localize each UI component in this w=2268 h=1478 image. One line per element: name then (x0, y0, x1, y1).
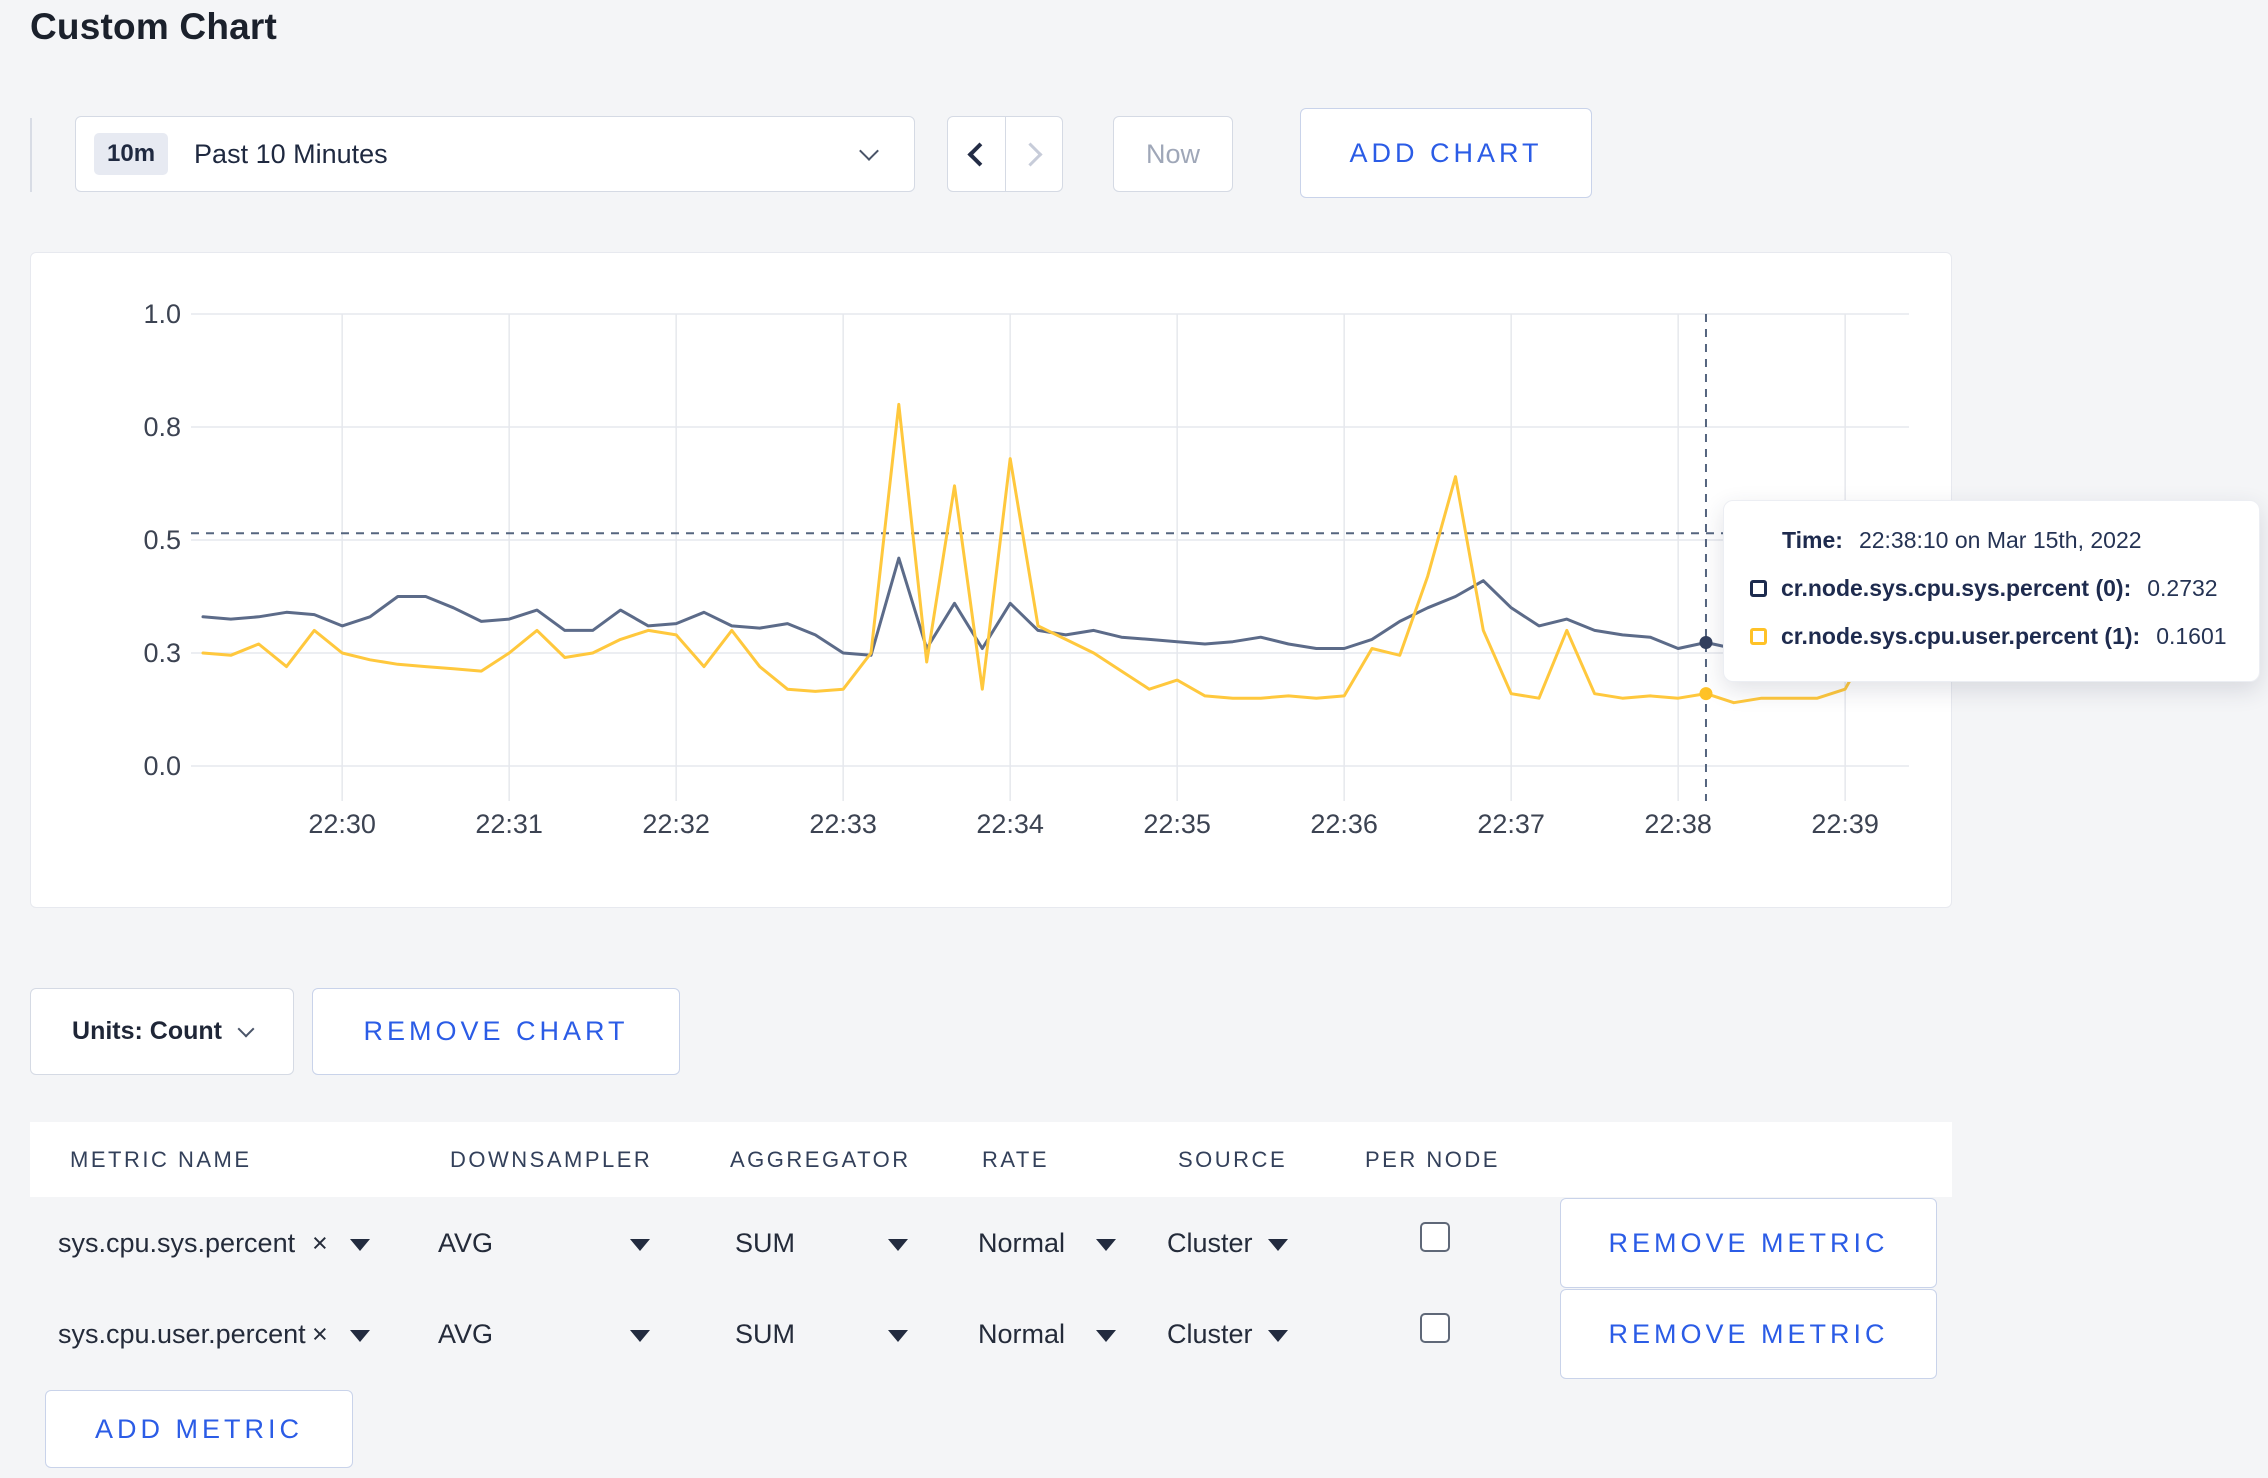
x-axis-tick-label: 22:32 (642, 809, 710, 839)
y-axis-tick-label: 0.8 (143, 412, 181, 442)
toolbar-divider (30, 118, 32, 192)
units-dropdown[interactable]: Units: Count (30, 988, 294, 1075)
column-header-downsampler: DOWNSAMPLER (450, 1147, 653, 1172)
aggregator-select[interactable]: SUM (735, 1289, 795, 1379)
y-axis-tick-label: 0.5 (143, 525, 181, 555)
time-series-chart[interactable]: 0.0 0.3 0.5 0.8 1.0 22:30 22:31 22:32 22:33 22:34… (31, 253, 1953, 909)
clear-metric-icon[interactable]: × (312, 1289, 328, 1379)
time-range-label: Past 10 Minutes (194, 138, 388, 169)
rate-select[interactable]: Normal (978, 1289, 1065, 1379)
caret-down-icon[interactable] (350, 1239, 370, 1251)
hover-dot-user (1699, 687, 1713, 701)
chevron-down-icon (859, 141, 879, 161)
x-axis-tick-label: 22:31 (475, 809, 543, 839)
series-line-sys-cpu (201, 556, 1903, 657)
rate-select[interactable]: Normal (978, 1198, 1065, 1288)
remove-chart-button[interactable]: REMOVE CHART (312, 988, 680, 1075)
caret-down-icon[interactable] (888, 1239, 908, 1251)
remove-metric-button[interactable]: REMOVE METRIC (1560, 1289, 1937, 1379)
x-axis-tick-label: 22:36 (1310, 809, 1378, 839)
caret-down-icon[interactable] (888, 1330, 908, 1342)
time-range-badge: 10m (94, 133, 169, 175)
caret-down-icon[interactable] (1268, 1239, 1288, 1251)
downsampler-select[interactable]: AVG (438, 1289, 493, 1379)
x-axis-tick-label: 22:35 (1143, 809, 1211, 839)
tooltip-series-value: 0.1601 (2156, 623, 2227, 649)
aggregator-select[interactable]: SUM (735, 1198, 795, 1288)
column-header-source: SOURCE (1178, 1147, 1288, 1172)
time-range-dropdown[interactable]: 10m Past 10 Minutes (75, 116, 915, 192)
downsampler-select[interactable]: AVG (438, 1198, 493, 1288)
time-nav-group (947, 116, 1063, 192)
tooltip-series-value: 0.2732 (2147, 575, 2218, 601)
x-axis-tick-label: 22:39 (1811, 809, 1879, 839)
source-select[interactable]: Cluster (1167, 1198, 1253, 1288)
y-axis-tick-label: 0.3 (143, 638, 181, 668)
units-label: Units: Count (72, 1017, 222, 1045)
metric-row: sys.cpu.sys.percent × AVG SUM Normal Clu… (0, 1198, 2268, 1288)
tooltip-series-name: cr.node.sys.cpu.sys.percent (0): (1781, 575, 2132, 601)
series-user-legend-swatch-icon (1750, 628, 1767, 645)
add-metric-button[interactable]: ADD METRIC (45, 1390, 353, 1468)
caret-down-icon[interactable] (630, 1330, 650, 1342)
column-header-metric-name: METRIC NAME (70, 1147, 252, 1172)
chevron-left-icon (967, 141, 992, 167)
y-axis-tick-label: 0.0 (143, 751, 181, 781)
x-axis-tick-label: 22:38 (1644, 809, 1712, 839)
caret-down-icon[interactable] (1096, 1239, 1116, 1251)
chart-card: 0.0 0.3 0.5 0.8 1.0 22:30 22:31 22:32 22:33 22:34… (30, 252, 1952, 908)
per-node-checkbox[interactable] (1420, 1313, 1450, 1343)
per-node-checkbox[interactable] (1420, 1222, 1450, 1252)
chart-tooltip: Time: 22:38:10 on Mar 15th, 2022 cr.node… (1723, 500, 2260, 682)
time-forward-button[interactable] (1006, 117, 1063, 191)
tooltip-time-label: Time: (1782, 527, 1843, 553)
y-axis-tick-label: 1.0 (143, 299, 181, 329)
add-chart-button[interactable]: ADD CHART (1300, 108, 1592, 198)
x-axis-tick-label: 22:33 (809, 809, 877, 839)
caret-down-icon[interactable] (350, 1330, 370, 1342)
x-axis-tick-label: 22:30 (308, 809, 376, 839)
hover-dot-sys (1699, 636, 1713, 650)
series-line-user-cpu (201, 402, 1903, 705)
metric-name-value[interactable]: sys.cpu.user.percent (58, 1289, 306, 1379)
chevron-right-icon (1018, 141, 1043, 167)
tooltip-series-name: cr.node.sys.cpu.user.percent (1): (1781, 623, 2141, 649)
column-header-per-node: PER NODE (1365, 1147, 1500, 1172)
metric-row: sys.cpu.user.percent × AVG SUM Normal Cl… (0, 1289, 2268, 1379)
tooltip-time-value: 22:38:10 on Mar 15th, 2022 (1858, 527, 2142, 553)
now-button[interactable]: Now (1113, 116, 1233, 192)
chevron-down-icon (237, 1020, 255, 1037)
time-back-button[interactable] (948, 117, 1006, 191)
caret-down-icon[interactable] (1096, 1330, 1116, 1342)
x-axis-tick-label: 22:37 (1477, 809, 1545, 839)
source-select[interactable]: Cluster (1167, 1289, 1253, 1379)
column-header-aggregator: AGGREGATOR (730, 1147, 911, 1172)
clear-metric-icon[interactable]: × (312, 1198, 328, 1288)
metric-name-value[interactable]: sys.cpu.sys.percent (58, 1198, 295, 1288)
page-title: Custom Chart (30, 6, 278, 47)
column-header-rate: RATE (982, 1147, 1050, 1172)
series-sys-legend-swatch-icon (1750, 580, 1767, 597)
x-axis-tick-label: 22:34 (976, 809, 1044, 839)
caret-down-icon[interactable] (630, 1239, 650, 1251)
metrics-table-header: METRIC NAME DOWNSAMPLER AGGREGATOR RATE … (30, 1122, 1952, 1197)
caret-down-icon[interactable] (1268, 1330, 1288, 1342)
remove-metric-button[interactable]: REMOVE METRIC (1560, 1198, 1937, 1288)
